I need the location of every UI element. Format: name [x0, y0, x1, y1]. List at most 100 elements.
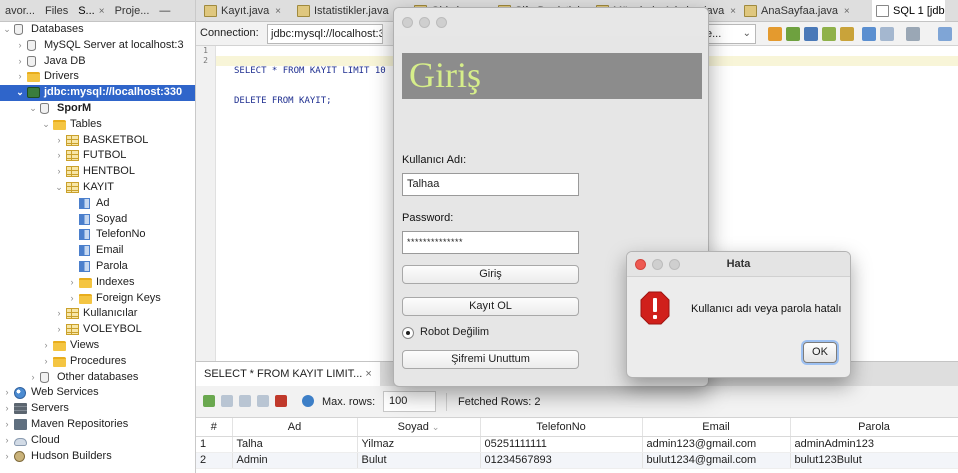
chevron-right-icon[interactable]: ›	[54, 133, 64, 149]
tree-item[interactable]: › FUTBOL	[0, 148, 195, 164]
tree-item[interactable]: ⌄ SporM	[0, 101, 195, 117]
insert-row-icon[interactable]	[203, 395, 215, 407]
delete-row-icon[interactable]	[221, 395, 233, 407]
chevron-right-icon[interactable]: ›	[54, 148, 64, 164]
table-cell[interactable]: 01234567893	[480, 452, 643, 469]
tab-files[interactable]: Files	[40, 5, 73, 17]
tree-item[interactable]: ⌄ Databases	[0, 22, 195, 38]
table-cell[interactable]: admin123@gmail.com	[642, 436, 791, 453]
close-icon[interactable]: ×	[727, 6, 736, 17]
table-row[interactable]: 1 Talha Yilmaz 05251111111 admin123@gmai…	[196, 436, 958, 453]
zoom-window-button[interactable]	[436, 17, 447, 28]
column-header[interactable]: Parola	[790, 418, 958, 437]
history-icon[interactable]	[804, 27, 818, 41]
tree-item[interactable]: › Hudson Builders	[0, 449, 195, 465]
ok-button[interactable]: OK	[803, 342, 837, 363]
chevron-right-icon[interactable]: ›	[2, 417, 12, 433]
table-cell[interactable]: Bulut	[357, 452, 481, 469]
table-cell[interactable]: bulut123Bulut	[790, 452, 958, 469]
minimize-window-button[interactable]	[419, 17, 430, 28]
editor-tab[interactable]: AnaSayfaa.java ×	[740, 0, 850, 21]
tree-item[interactable]: › Kullanıcılar	[0, 306, 195, 322]
tree-item[interactable]: ⌄ Tables	[0, 117, 195, 133]
chevron-right-icon[interactable]: ›	[2, 385, 12, 401]
chevron-down-icon[interactable]: ⌄	[15, 85, 25, 101]
run-sql-icon[interactable]	[768, 27, 782, 41]
close-icon[interactable]: ×	[841, 6, 850, 17]
chevron-right-icon[interactable]: ›	[28, 370, 38, 386]
tree-item[interactable]: Soyad	[0, 212, 195, 228]
chevron-right-icon[interactable]: ›	[2, 401, 12, 417]
format-icon[interactable]	[862, 27, 876, 41]
truncate-icon[interactable]	[275, 395, 287, 407]
table-cell[interactable]: 1	[196, 436, 233, 453]
chevron-right-icon[interactable]: ›	[41, 338, 51, 354]
chevron-right-icon[interactable]: ›	[2, 433, 12, 449]
table-row[interactable]: 2 Admin Bulut 01234567893 bulut1234@gmai…	[196, 452, 958, 469]
register-button[interactable]: Kayıt OL	[402, 297, 579, 316]
connect-icon[interactable]	[822, 27, 836, 41]
tab-services[interactable]: S... ×	[73, 5, 109, 17]
robot-radio[interactable]	[402, 327, 414, 339]
table-cell[interactable]: bulut1234@gmail.com	[642, 452, 791, 469]
close-window-button[interactable]	[402, 17, 413, 28]
chevron-right-icon[interactable]: ›	[54, 164, 64, 180]
tree-item[interactable]: Ad	[0, 196, 195, 212]
tree-item[interactable]: › Java DB	[0, 54, 195, 70]
chevron-right-icon[interactable]: ›	[54, 306, 64, 322]
tree-item[interactable]: › Maven Repositories	[0, 417, 195, 433]
editor-tab[interactable]: Kayıt.java ×	[200, 0, 281, 21]
secondary-combo[interactable]: e... ⌄	[702, 24, 756, 44]
table-cell[interactable]: Admin	[232, 452, 358, 469]
tree-item[interactable]: › Drivers	[0, 69, 195, 85]
column-header[interactable]: Email	[642, 418, 791, 437]
toggle-icon[interactable]	[906, 27, 920, 41]
table-icon[interactable]	[840, 27, 854, 41]
close-icon[interactable]: ×	[99, 6, 105, 17]
cancel-edits-icon[interactable]	[257, 395, 269, 407]
tree-item[interactable]: ⌄ KAYIT	[0, 180, 195, 196]
column-header[interactable]: Ad	[232, 418, 358, 437]
chevron-right-icon[interactable]: ›	[15, 54, 25, 70]
tree-item[interactable]: › Other databases	[0, 370, 195, 386]
close-icon[interactable]: ×	[365, 368, 371, 380]
forgot-password-button[interactable]: Şifremi Unuttum	[402, 350, 579, 369]
tab-projects[interactable]: Proje...	[110, 5, 155, 17]
tree-item[interactable]: Email	[0, 243, 195, 259]
commit-icon[interactable]	[239, 395, 251, 407]
tree-item[interactable]: › MySQL Server at localhost:3	[0, 38, 195, 54]
username-field[interactable]: Talhaa	[402, 173, 579, 196]
tree-item[interactable]: › Procedures	[0, 354, 195, 370]
table-cell[interactable]: adminAdmin123	[790, 436, 958, 453]
tree-item[interactable]: › Foreign Keys	[0, 291, 195, 307]
tree-item[interactable]: › Indexes	[0, 275, 195, 291]
max-rows-input[interactable]: 100	[383, 391, 436, 412]
tree-item[interactable]: TelefonNo	[0, 227, 195, 243]
tree-item[interactable]: › Views	[0, 338, 195, 354]
tree-item[interactable]: › Servers	[0, 401, 195, 417]
tree-item[interactable]: › Web Services	[0, 385, 195, 401]
close-icon[interactable]: ×	[272, 6, 281, 17]
table-cell[interactable]: 2	[196, 452, 233, 469]
chevron-right-icon[interactable]: ›	[15, 69, 25, 85]
chevron-down-icon[interactable]: ⌄	[41, 117, 51, 133]
run-statement-icon[interactable]	[786, 27, 800, 41]
chevron-right-icon[interactable]: ›	[67, 275, 77, 291]
column-header[interactable]: Soyad ⌄	[357, 418, 481, 437]
login-titlebar[interactable]	[394, 8, 708, 36]
chevron-right-icon[interactable]: ›	[67, 291, 77, 307]
tab-favorites[interactable]: avor...	[0, 5, 40, 17]
connection-combo[interactable]: jdbc:mysql://localhost:330	[267, 24, 383, 44]
tree-item[interactable]: Parola	[0, 259, 195, 275]
chevron-right-icon[interactable]: ›	[41, 354, 51, 370]
refresh-icon[interactable]	[302, 395, 314, 407]
chevron-down-icon[interactable]: ⌄	[2, 22, 12, 38]
tree-item[interactable]: › HENTBOL	[0, 164, 195, 180]
login-button[interactable]: Giriş	[402, 265, 579, 284]
tree-item[interactable]: ⌄ jdbc:mysql://localhost:330	[0, 85, 195, 101]
column-header[interactable]: TelefonNo	[480, 418, 643, 437]
table-cell[interactable]: Yilmaz	[357, 436, 481, 453]
bookmark-icon[interactable]	[880, 27, 894, 41]
tab-query-result[interactable]: SELECT * FROM KAYIT LIMIT... ×	[196, 362, 380, 387]
chevron-down-icon[interactable]: ⌄	[54, 180, 64, 196]
